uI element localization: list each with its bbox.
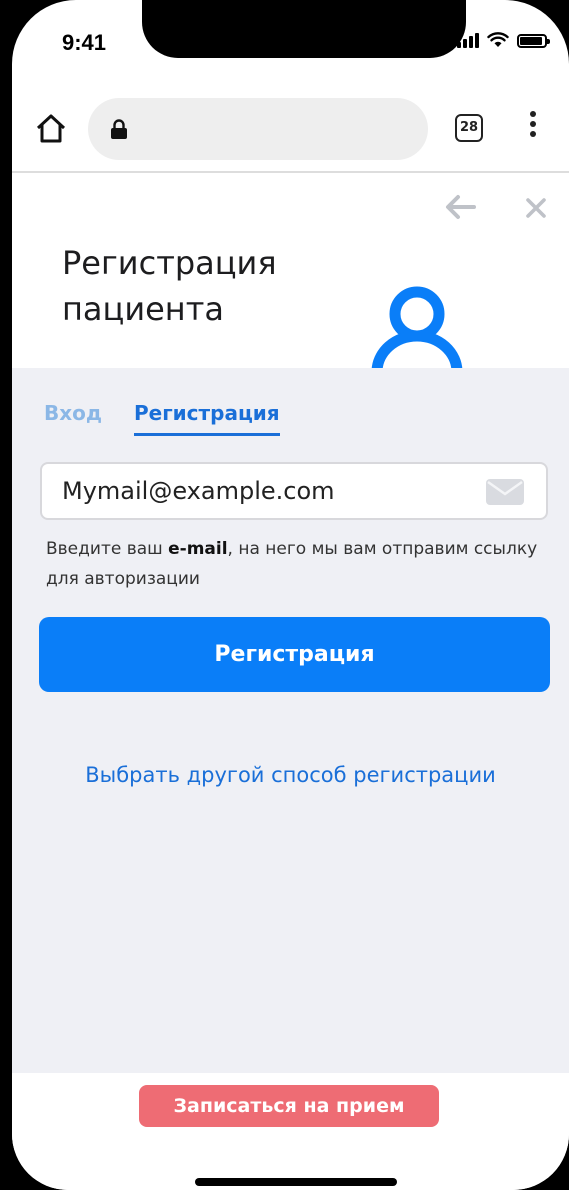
email-hint: Введите ваш e-mail, на него мы вам отпра… — [46, 534, 546, 594]
hint-prefix: Введите ваш — [46, 539, 169, 559]
auth-panel: Вход Регистрация Введите ваш e-mail, на … — [12, 368, 569, 1073]
phone-screen: 9:41 28 Регистрация пациента Вход Регист… — [12, 0, 569, 1190]
toolbar-divider — [12, 171, 569, 173]
tabs-icon[interactable]: 28 — [455, 114, 483, 142]
close-icon[interactable] — [524, 196, 548, 220]
status-icons — [457, 32, 550, 48]
browser-toolbar: 28 — [12, 90, 569, 170]
user-icon — [371, 286, 463, 370]
tab-login[interactable]: Вход — [44, 401, 102, 425]
register-button[interactable]: Регистрация — [39, 617, 550, 692]
device-notch — [142, 0, 466, 58]
home-icon[interactable] — [34, 112, 68, 146]
bottom-bar: Записаться на прием — [12, 1073, 569, 1190]
lock-icon — [111, 119, 127, 139]
alt-registration-link[interactable]: Выбрать другой способ регистрации — [12, 763, 569, 787]
back-arrow-icon[interactable] — [444, 193, 476, 221]
address-bar[interactable] — [88, 98, 428, 160]
mail-icon — [486, 479, 524, 505]
appointment-button[interactable]: Записаться на прием — [139, 1085, 439, 1127]
wifi-icon — [487, 32, 509, 47]
email-field[interactable] — [40, 462, 548, 520]
hint-bold: e-mail — [168, 539, 228, 559]
page-title: Регистрация пациента — [62, 244, 277, 328]
home-indicator — [195, 1178, 397, 1186]
battery-icon — [517, 34, 550, 48]
status-time: 9:41 — [62, 30, 107, 55]
signal-icon — [457, 33, 479, 48]
tab-registration[interactable]: Регистрация — [134, 401, 280, 436]
more-icon[interactable] — [525, 108, 541, 148]
email-input[interactable] — [62, 477, 462, 505]
